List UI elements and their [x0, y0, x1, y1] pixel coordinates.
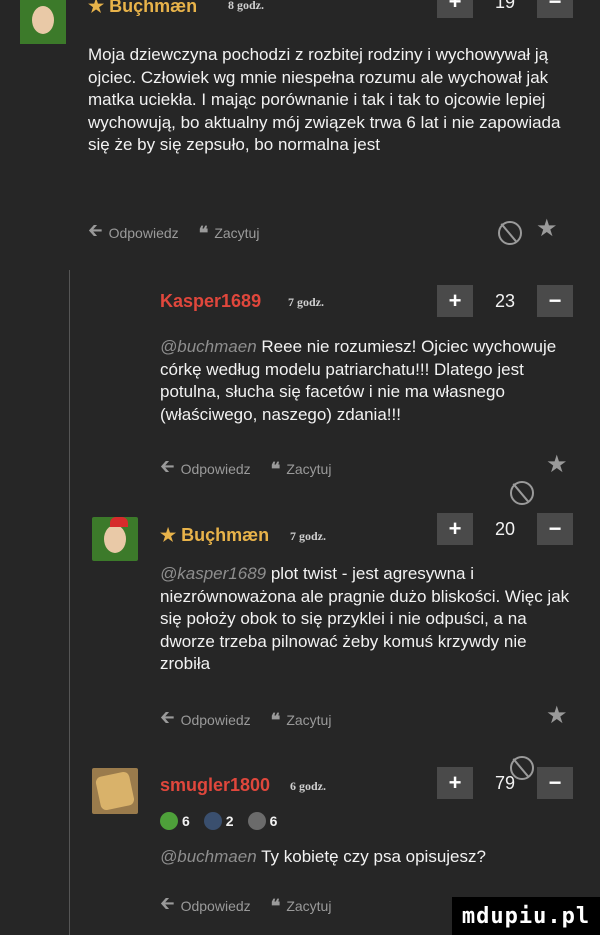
- quote-icon[interactable]: ❝: [271, 710, 281, 731]
- reply-icon[interactable]: 🡰: [160, 705, 175, 735]
- thread-line: [69, 270, 70, 935]
- mention[interactable]: @buchmaen: [160, 847, 257, 866]
- hide-icon[interactable]: [498, 221, 522, 245]
- santa-hat-icon: [110, 517, 128, 527]
- mention[interactable]: @kasper1689: [160, 564, 266, 583]
- comment-0-actions: 🡰 Odpowiedz ❝ Zacytuj: [88, 218, 259, 248]
- avatar-face: [32, 6, 54, 34]
- award-count: 6: [182, 813, 190, 829]
- award-badge[interactable]: 6: [160, 812, 190, 830]
- mention[interactable]: @buchmaen: [160, 337, 257, 356]
- favorite-star-icon[interactable]: ★: [546, 450, 568, 479]
- downvote-button[interactable]: −: [537, 285, 573, 317]
- top-upvote-button[interactable]: +: [437, 0, 473, 18]
- comment-3-nick[interactable]: smugler1800: [160, 775, 270, 796]
- quote-link[interactable]: Zacytuj: [286, 461, 331, 477]
- reply-link[interactable]: Odpowiedz: [181, 898, 251, 914]
- reply-link[interactable]: Odpowiedz: [181, 712, 251, 728]
- award-icon: [160, 812, 178, 830]
- upvote-button[interactable]: +: [437, 513, 473, 545]
- top-downvote-button[interactable]: −: [537, 0, 573, 18]
- quote-icon[interactable]: ❝: [271, 459, 281, 480]
- comment-3-body: @buchmaen Ty kobietę czy psa opisujesz?: [160, 846, 580, 869]
- comment-1-time: 7 godz.: [288, 295, 324, 309]
- upvote-button[interactable]: +: [437, 285, 473, 317]
- watermark: mdupiu.pl: [452, 897, 600, 935]
- award-icon: [203, 812, 222, 830]
- award-badge[interactable]: 6: [247, 812, 278, 830]
- avatar-picture: [94, 770, 136, 812]
- comment-3-time: 6 godz.: [290, 779, 326, 793]
- quote-link[interactable]: Zacytuj: [286, 898, 331, 914]
- vote-count: 20: [494, 518, 516, 539]
- quote-link[interactable]: Zacytuj: [214, 225, 259, 241]
- reply-icon[interactable]: 🡰: [88, 218, 103, 248]
- reply-icon[interactable]: 🡰: [160, 454, 175, 484]
- comment-1-body: @buchmaen Reee nie rozumiesz! Ojciec wyc…: [160, 336, 580, 426]
- reply-link[interactable]: Odpowiedz: [109, 225, 179, 241]
- comment-0-body: Moja dziewczyna pochodzi z rozbitej rodz…: [88, 45, 561, 154]
- top-vote-count: 19: [494, 0, 516, 12]
- award-count: 6: [269, 813, 278, 829]
- comment-3-vote-box: + 79 −: [437, 767, 573, 799]
- hide-icon[interactable]: [510, 481, 534, 505]
- quote-icon[interactable]: ❝: [271, 896, 281, 917]
- vote-count: 23: [494, 290, 516, 311]
- quote-link[interactable]: Zacytuj: [286, 712, 331, 728]
- award-badge[interactable]: 2: [203, 812, 234, 830]
- favorite-star-icon[interactable]: ★: [536, 214, 558, 243]
- comment-1-nick[interactable]: Kasper1689: [160, 291, 261, 312]
- award-icon: [247, 812, 266, 830]
- comment-2-actions: 🡰 Odpowiedz ❝ Zacytuj: [160, 705, 331, 735]
- top-time: 8 godz.: [228, 0, 264, 12]
- reply-link[interactable]: Odpowiedz: [181, 461, 251, 477]
- upvote-button[interactable]: +: [437, 767, 473, 799]
- comment-2-body: @kasper1689 plot twist - jest agresywna …: [160, 563, 580, 676]
- award-badges: 6 2 6: [160, 812, 291, 830]
- comment-2-nick[interactable]: ★ Buçhmæn: [160, 525, 269, 546]
- quote-icon[interactable]: ❝: [199, 223, 209, 244]
- comment-2-avatar[interactable]: [92, 517, 138, 561]
- top-nick[interactable]: ★ Buçhmæn: [88, 0, 197, 17]
- comment-2-vote-box: + 20 −: [437, 513, 573, 545]
- top-vote-box: + 19 −: [437, 0, 573, 18]
- favorite-star-icon[interactable]: ★: [546, 701, 568, 730]
- comment-3-actions: 🡰 Odpowiedz ❝ Zacytuj: [160, 891, 331, 921]
- avatar-face: [104, 525, 126, 553]
- comment-1-actions: 🡰 Odpowiedz ❝ Zacytuj: [160, 454, 331, 484]
- comment-2-time: 7 godz.: [290, 529, 326, 543]
- reply-icon[interactable]: 🡰: [160, 891, 175, 921]
- vote-count: 79: [494, 772, 516, 793]
- award-count: 2: [225, 813, 234, 829]
- comment-3-text: Ty kobietę czy psa opisujesz?: [261, 847, 486, 866]
- top-avatar[interactable]: [20, 0, 66, 44]
- comment-3-avatar[interactable]: [92, 768, 138, 814]
- downvote-button[interactable]: −: [537, 513, 573, 545]
- downvote-button[interactable]: −: [537, 767, 573, 799]
- comment-1-vote-box: + 23 −: [437, 285, 573, 317]
